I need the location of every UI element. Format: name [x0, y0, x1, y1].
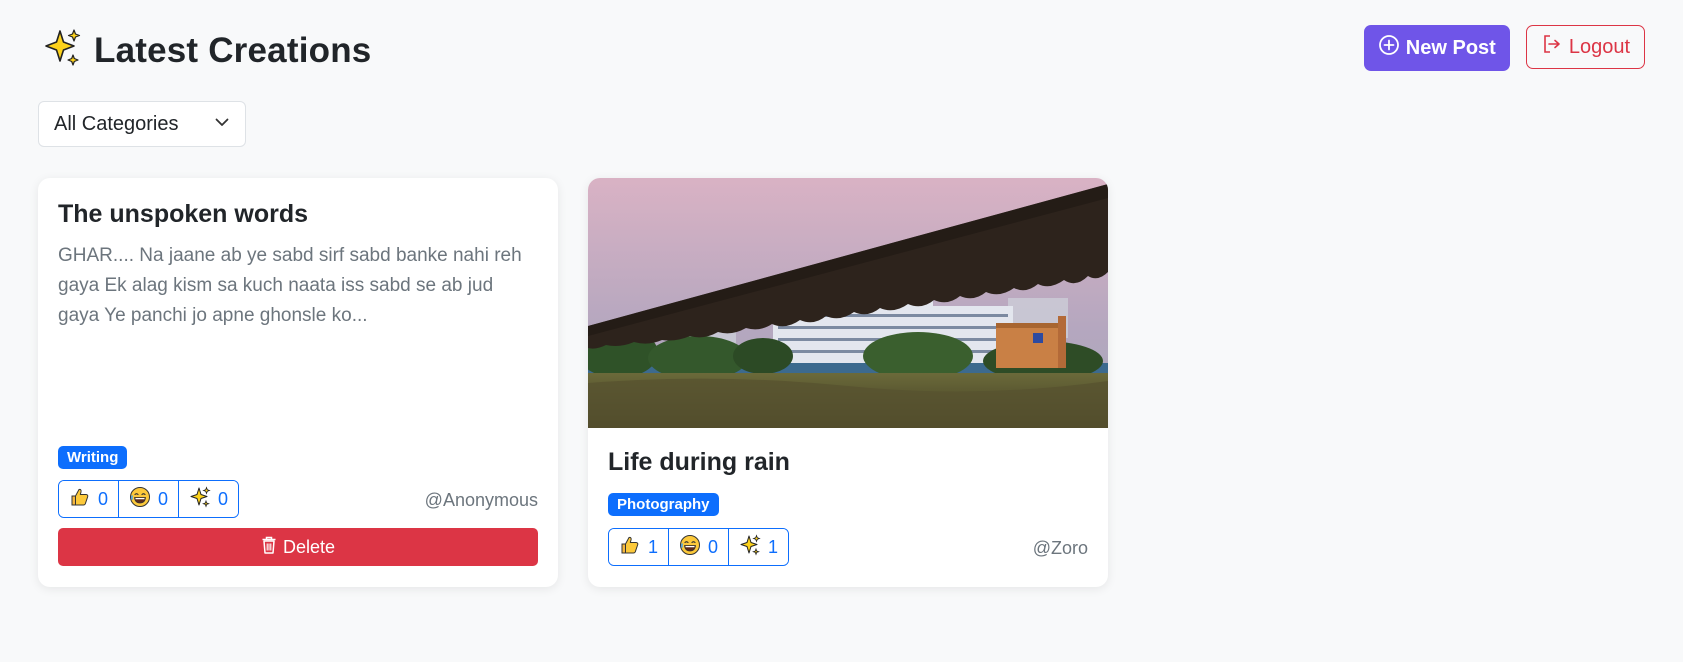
logout-icon: [1541, 33, 1563, 61]
sparkle-reaction-button[interactable]: 1: [729, 529, 789, 565]
new-post-button[interactable]: New Post: [1363, 25, 1510, 71]
thumbs-up-icon: [619, 534, 641, 561]
header-actions: New Post Logout: [1363, 25, 1645, 71]
new-post-label: New Post: [1405, 36, 1496, 59]
like-reaction-button[interactable]: 1: [609, 529, 670, 565]
chevron-down-icon: [214, 113, 230, 136]
header: Latest Creations New Post Logout: [38, 22, 1645, 72]
laugh-count: 0: [158, 488, 169, 509]
category-select[interactable]: All Categories: [38, 101, 246, 147]
thumbs-up-icon: [69, 486, 91, 513]
post-excerpt: GHAR.... Na jaane ab ye sabd sirf sabd b…: [58, 245, 522, 326]
like-count: 0: [98, 488, 109, 509]
laugh-count: 0: [708, 536, 719, 557]
post-title: The unspoken words: [58, 200, 309, 228]
sparkle-count: 1: [768, 536, 779, 557]
category-badge: Writing: [58, 446, 128, 469]
post-card: The unspoken words GHAR.... Na jaane ab …: [38, 178, 558, 587]
laugh-reaction-button[interactable]: 0: [119, 481, 180, 517]
laugh-reaction-button[interactable]: 0: [669, 529, 730, 565]
post-author: @Zoro: [1032, 538, 1088, 558]
plus-circle-icon: [1378, 34, 1400, 62]
sparkle-count: 0: [218, 488, 229, 509]
laughing-face-icon: [129, 486, 151, 513]
delete-label: Delete: [282, 536, 336, 557]
title-wrap: Latest Creations: [42, 28, 371, 73]
trash-icon: [261, 536, 277, 559]
sparkles-icon: [189, 485, 211, 513]
category-badge: Photography: [608, 493, 719, 516]
logout-label: Logout: [1568, 35, 1630, 58]
category-select-value: All Categories: [54, 112, 179, 135]
page-title: Latest Creations: [94, 30, 372, 70]
reaction-group: 0 0 0: [58, 480, 240, 518]
post-author: @Anonymous: [424, 490, 538, 510]
like-reaction-button[interactable]: 0: [59, 481, 120, 517]
logout-button[interactable]: Logout: [1525, 25, 1645, 69]
post-title: Life during rain: [608, 448, 790, 476]
reaction-group: 1 0 1: [608, 528, 790, 566]
sparkles-icon: [739, 533, 761, 561]
post-image[interactable]: [588, 178, 1108, 428]
post-card: Life during rain Photography 1 0 1 @Zoro: [588, 178, 1108, 587]
sparkles-icon: [42, 28, 82, 73]
delete-button[interactable]: Delete: [58, 528, 538, 566]
sparkle-reaction-button[interactable]: 0: [179, 481, 239, 517]
like-count: 1: [648, 536, 659, 557]
laughing-face-icon: [679, 534, 701, 561]
